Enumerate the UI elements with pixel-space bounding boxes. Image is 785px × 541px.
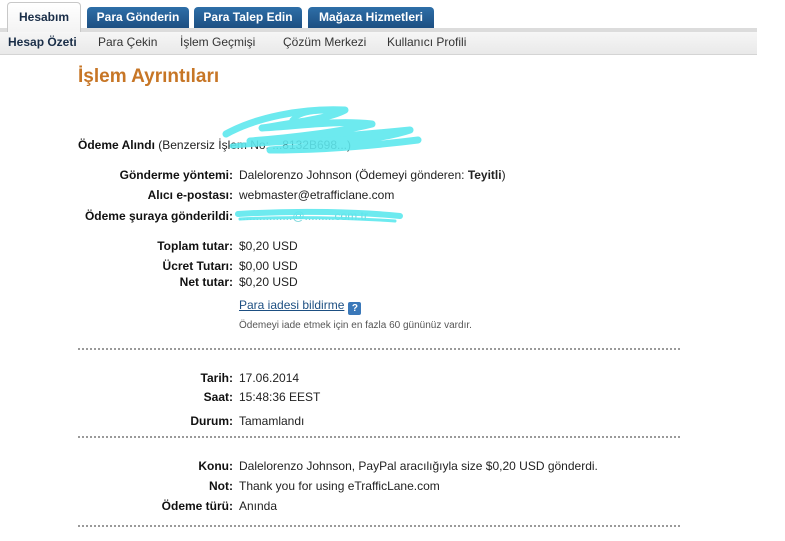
payment-heading-label: Ödeme Alındı: [78, 138, 155, 152]
status-label: Durum:: [190, 414, 233, 428]
sub-navigation: Hesap Özeti Para Çekin İşlem Geçmişi Çöz…: [0, 32, 757, 55]
top-tab-bar: Para Gönderin Para Talep Edin Mağaza Hiz…: [0, 0, 757, 33]
subnav-kullanici-profili[interactable]: Kullanıcı Profili: [387, 35, 466, 49]
time-value: 15:48:36 EEST: [239, 390, 321, 404]
refund-link[interactable]: Para iadesi bildirme: [239, 298, 344, 312]
refund-row: Para iadesi bildirme?: [239, 298, 362, 315]
subnav-islem-gecmisi[interactable]: İşlem Geçmişi: [180, 35, 255, 49]
tab-hesabim[interactable]: Hesabım: [7, 2, 81, 33]
payment-heading: Ödeme Alındı (Benzersiz İşlem No: ...813…: [78, 138, 351, 152]
tab-para-gonderin[interactable]: Para Gönderin: [87, 7, 189, 28]
tab-magaza-hizmetleri[interactable]: Mağaza Hizmetleri: [308, 7, 434, 28]
status-value: Tamamlandı: [239, 414, 305, 428]
fee-value: $0,00 USD: [239, 259, 298, 273]
help-icon[interactable]: ?: [348, 302, 362, 315]
method-value-suffix: ): [501, 168, 506, 182]
total-value: $0,20 USD: [239, 239, 298, 253]
sent-to-value: ................@.........com.tr: [239, 209, 368, 223]
subnav-cozum-merkezi[interactable]: Çözüm Merkezi: [283, 35, 366, 49]
note-value: Thank you for using eTrafficLane.com: [239, 479, 440, 493]
note-label: Not:: [209, 479, 233, 493]
subject-label: Konu:: [198, 459, 233, 473]
method-value: Dalelorenzo Johnson (Ödemeyi gönderen: T…: [239, 168, 506, 182]
divider: [78, 436, 680, 438]
time-label: Saat:: [203, 390, 233, 404]
refund-note: Ödemeyi iade etmek için en fazla 60 günü…: [239, 320, 472, 331]
verified-status: Teyitli: [467, 168, 502, 182]
date-value: 17.06.2014: [239, 371, 300, 385]
transaction-id: (Benzersiz İşlem No: ...8132B698...): [154, 138, 351, 152]
subnav-hesap-ozeti[interactable]: Hesap Özeti: [8, 35, 77, 49]
method-label: Gönderme yöntemi:: [119, 168, 233, 182]
payment-type-label: Ödeme türü:: [161, 499, 233, 513]
divider: [78, 525, 680, 527]
method-value-prefix: Dalelorenzo Johnson (Ödemeyi gönderen:: [239, 168, 468, 182]
sent-to-label: Ödeme şuraya gönderildi:: [84, 209, 233, 223]
divider: [78, 348, 680, 350]
net-label: Net tutar:: [179, 275, 233, 289]
fee-label: Ücret Tutarı:: [162, 259, 233, 273]
tab-para-talep-edin[interactable]: Para Talep Edin: [194, 7, 302, 28]
date-label: Tarih:: [200, 371, 233, 385]
page-title: İşlem Ayrıntıları: [78, 66, 220, 87]
subject-value: Dalelorenzo Johnson, PayPal aracılığıyla…: [239, 459, 598, 473]
subnav-para-cekin[interactable]: Para Çekin: [98, 35, 157, 49]
payment-type-value: Anında: [239, 499, 278, 513]
net-value: $0,20 USD: [239, 275, 298, 289]
receiver-email-value: webmaster@etrafficlane.com: [239, 188, 395, 202]
receiver-email-label: Alıcı e-postası:: [147, 188, 233, 202]
total-label: Toplam tutar:: [157, 239, 233, 253]
